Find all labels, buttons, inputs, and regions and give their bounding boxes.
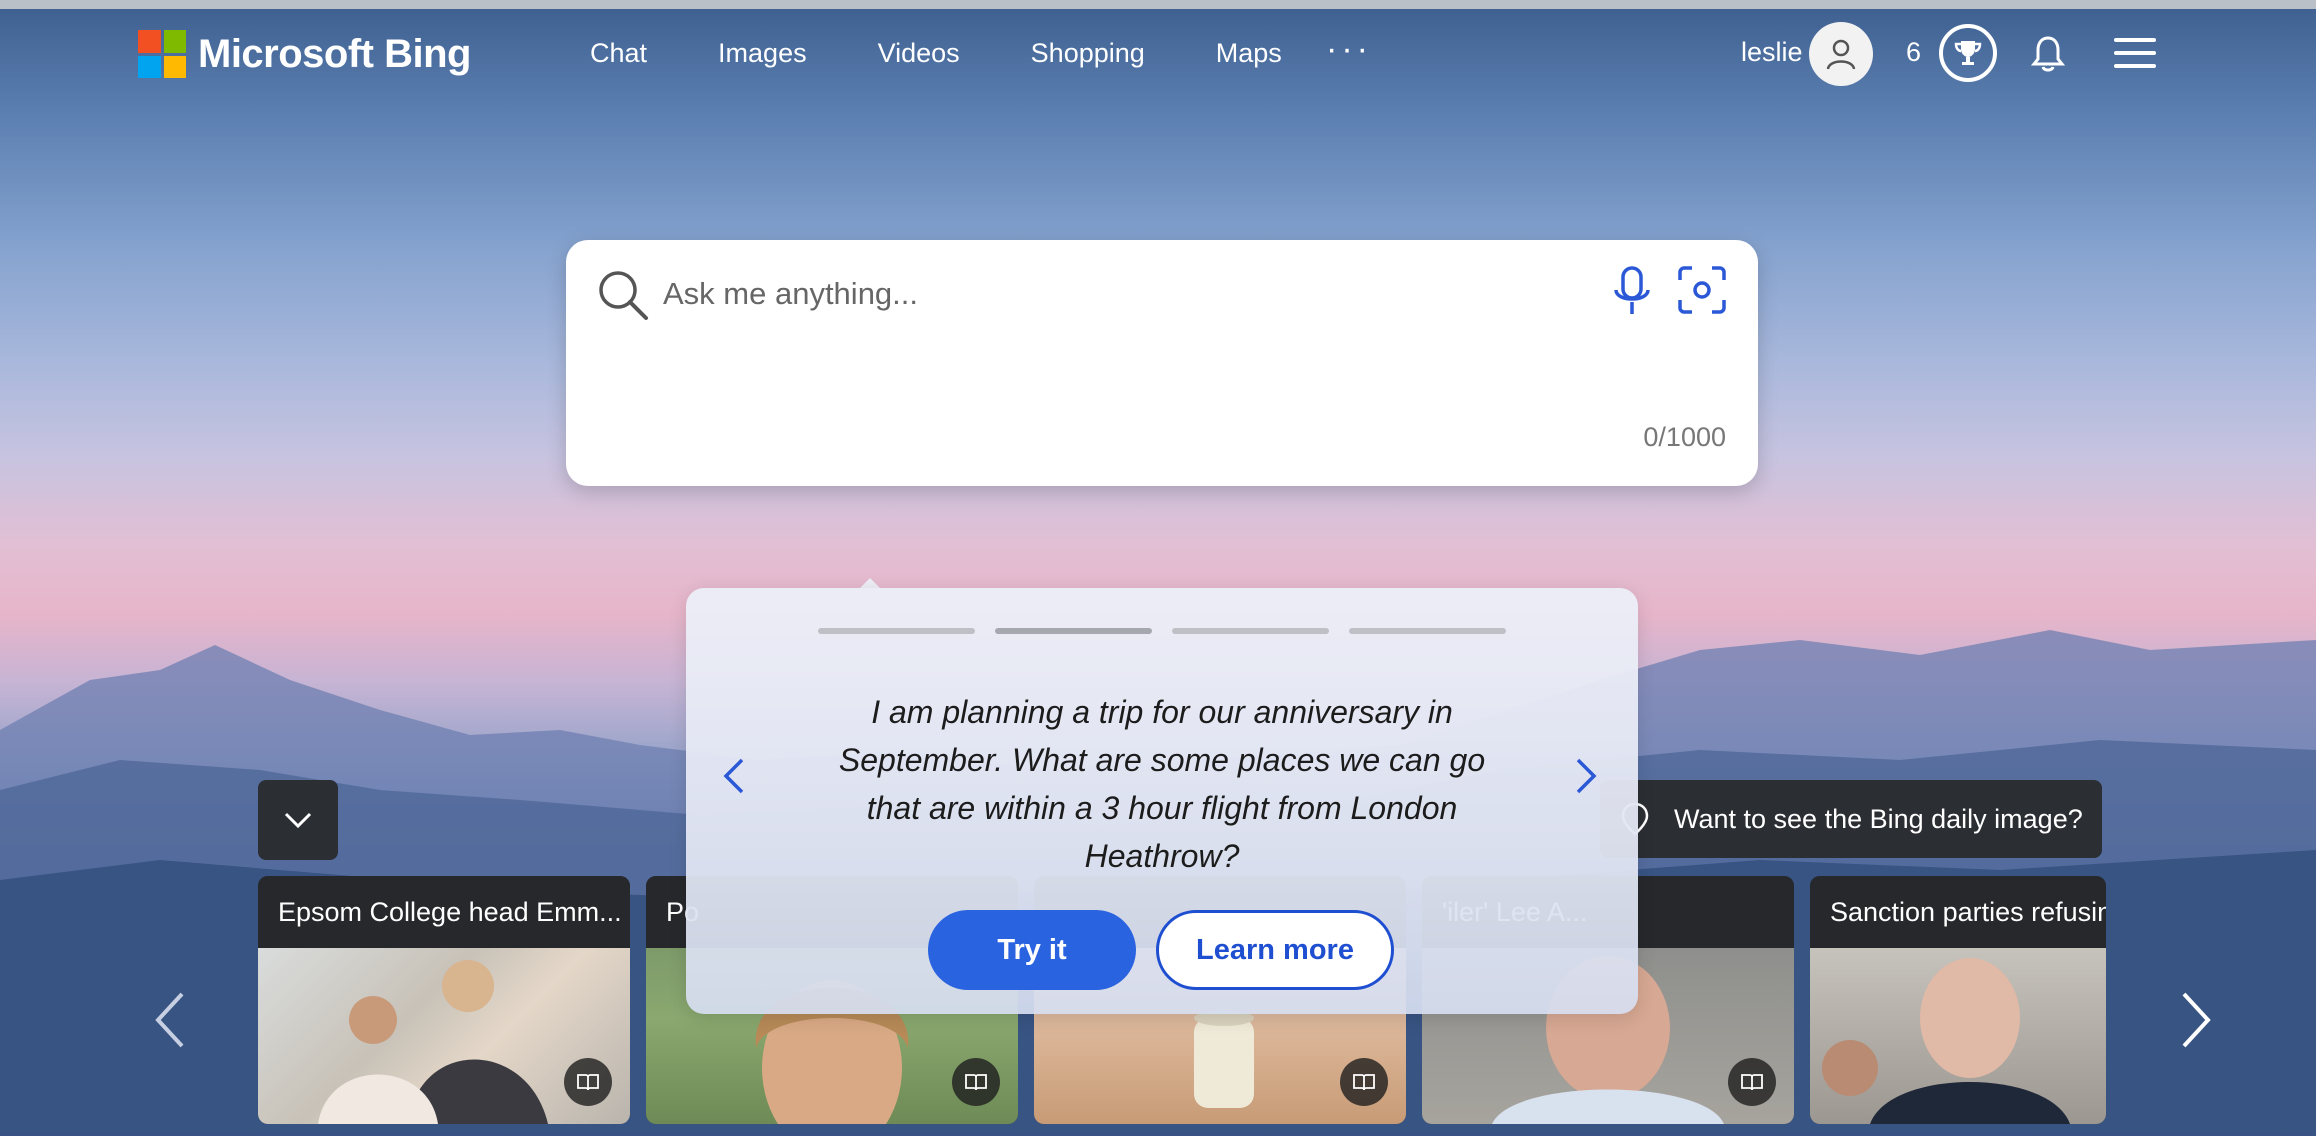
try-it-button[interactable]: Try it bbox=[928, 910, 1136, 990]
news-card[interactable]: Sanction parties refusing bbox=[1810, 876, 2106, 1124]
daily-image-button[interactable]: Want to see the Bing daily image? bbox=[1600, 780, 2102, 858]
news-card-image bbox=[1810, 948, 2106, 1124]
nav-more-button[interactable]: ··· bbox=[1326, 30, 1372, 69]
character-count: 0/1000 bbox=[1643, 422, 1726, 452]
search-box: 0/1000 bbox=[566, 240, 1758, 486]
bing-logo[interactable]: Microsoft Bing bbox=[138, 30, 471, 78]
microsoft-logo-icon bbox=[138, 30, 186, 78]
tip-progress-step[interactable] bbox=[995, 628, 1152, 634]
brand-name: Microsoft Bing bbox=[198, 31, 471, 76]
read-article-icon bbox=[1340, 1058, 1388, 1106]
top-nav: Chat Images Videos Shopping Maps bbox=[590, 38, 1353, 69]
nav-videos[interactable]: Videos bbox=[878, 38, 960, 69]
news-card[interactable]: Epsom College head Emm... bbox=[258, 876, 630, 1124]
search-icon bbox=[599, 271, 648, 320]
tip-prev-icon[interactable] bbox=[722, 756, 746, 796]
carousel-next-icon[interactable] bbox=[2176, 990, 2216, 1050]
read-article-icon bbox=[1728, 1058, 1776, 1106]
microphone-icon[interactable] bbox=[1610, 264, 1654, 320]
tip-text: I am planning a trip for our anniversary… bbox=[838, 694, 1486, 874]
tip-pointer bbox=[860, 578, 880, 588]
daily-image-label: Want to see the Bing daily image? bbox=[1674, 803, 2083, 834]
tip-progress bbox=[818, 628, 1506, 634]
user-name[interactable]: leslie bbox=[1741, 37, 1803, 68]
rewards-points[interactable]: 6 bbox=[1906, 37, 1921, 68]
collapse-feed-button[interactable] bbox=[258, 780, 338, 860]
nav-maps[interactable]: Maps bbox=[1216, 38, 1282, 69]
carousel-prev-icon[interactable] bbox=[150, 990, 190, 1050]
avatar[interactable] bbox=[1809, 22, 1873, 86]
hamburger-menu-icon[interactable] bbox=[2114, 36, 2156, 70]
news-card-title: Epsom College head Emm... bbox=[258, 876, 630, 948]
chevron-down-icon bbox=[284, 812, 312, 829]
nav-chat[interactable]: Chat bbox=[590, 38, 647, 69]
nav-shopping[interactable]: Shopping bbox=[1031, 38, 1145, 69]
nav-images[interactable]: Images bbox=[718, 38, 807, 69]
visual-search-icon[interactable] bbox=[1676, 264, 1728, 316]
notifications-bell-icon[interactable] bbox=[2030, 34, 2066, 74]
tip-progress-step[interactable] bbox=[1349, 628, 1506, 634]
tip-progress-step[interactable] bbox=[818, 628, 975, 634]
user-icon bbox=[1826, 39, 1856, 70]
chat-suggestion-card: I am planning a trip for our anniversary… bbox=[686, 588, 1638, 1014]
trophy-icon bbox=[1954, 41, 1982, 65]
tip-progress-step[interactable] bbox=[1172, 628, 1329, 634]
search-input[interactable] bbox=[661, 266, 1545, 322]
rewards-button[interactable] bbox=[1939, 24, 1997, 82]
news-card-title: Sanction parties refusing bbox=[1810, 876, 2106, 948]
read-article-icon bbox=[952, 1058, 1000, 1106]
tip-next-icon[interactable] bbox=[1574, 756, 1598, 796]
learn-more-button[interactable]: Learn more bbox=[1156, 910, 1394, 990]
read-article-icon bbox=[564, 1058, 612, 1106]
top-strip bbox=[0, 0, 2316, 9]
